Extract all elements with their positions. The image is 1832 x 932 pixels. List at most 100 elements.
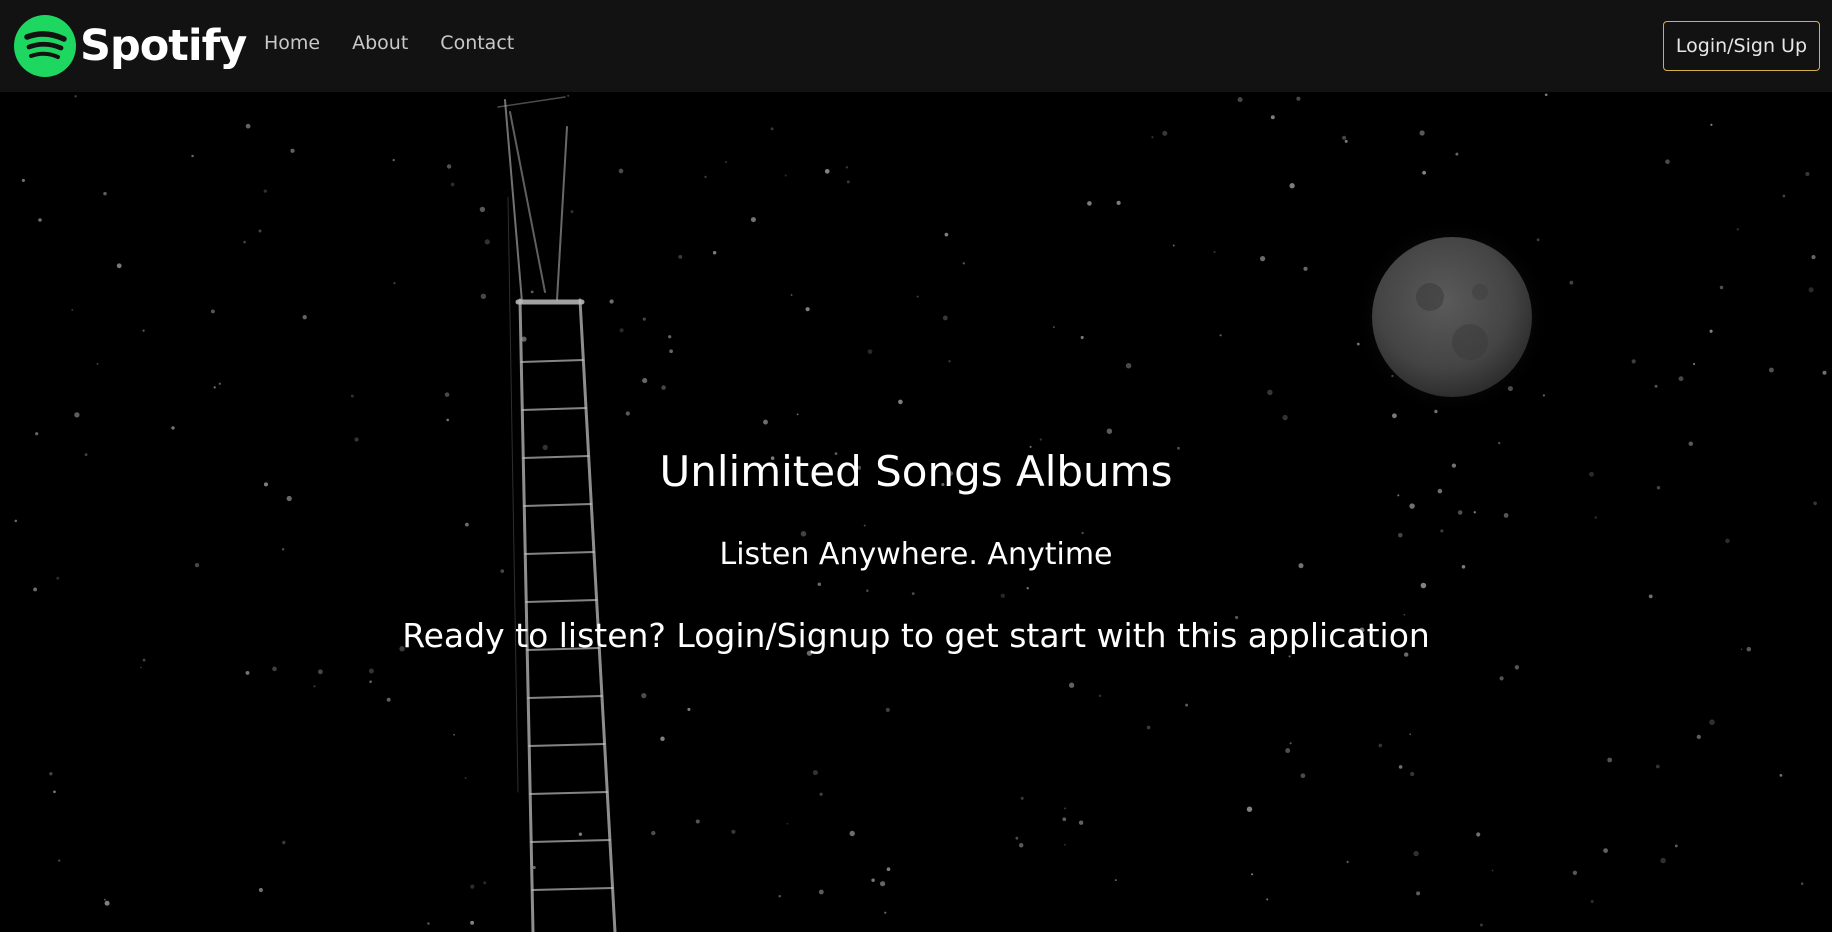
star <box>1590 899 1594 904</box>
star <box>1603 848 1608 853</box>
star <box>786 822 789 825</box>
star <box>74 412 80 418</box>
star <box>770 127 774 131</box>
star <box>386 697 391 702</box>
star <box>1146 725 1151 730</box>
star <box>1344 139 1348 143</box>
star <box>1172 244 1175 247</box>
star <box>350 394 354 398</box>
star <box>1410 771 1415 777</box>
star <box>846 180 850 184</box>
star <box>1288 655 1291 658</box>
star <box>1782 194 1786 198</box>
star <box>845 166 849 169</box>
star <box>1296 96 1301 101</box>
star <box>479 206 486 213</box>
star <box>1267 389 1273 396</box>
star <box>392 158 395 162</box>
login-signup-button[interactable]: Login/Sign Up <box>1662 21 1820 71</box>
star <box>33 587 38 592</box>
star <box>750 217 756 223</box>
star <box>661 385 666 390</box>
star <box>1237 97 1243 103</box>
star <box>1674 844 1678 848</box>
hero-subtitle: Listen Anywhere. Anytime <box>719 537 1113 572</box>
star <box>1654 384 1658 388</box>
star <box>245 123 251 129</box>
star <box>1499 676 1504 681</box>
star <box>1536 238 1540 242</box>
nav-about-link[interactable]: About <box>352 30 408 56</box>
star <box>819 792 823 796</box>
star <box>763 419 768 425</box>
star <box>570 210 574 214</box>
moon-icon <box>1352 217 1552 417</box>
star <box>1260 256 1266 262</box>
star <box>286 495 292 502</box>
star <box>1087 201 1092 206</box>
star <box>884 911 887 914</box>
star <box>444 392 450 397</box>
star <box>817 582 822 586</box>
star <box>867 349 873 355</box>
star <box>818 889 824 895</box>
star <box>898 399 903 405</box>
star <box>1342 135 1347 140</box>
star <box>104 900 110 906</box>
star <box>824 168 830 174</box>
star <box>464 777 467 780</box>
star <box>871 878 875 883</box>
star <box>103 898 106 901</box>
star <box>642 317 646 321</box>
star <box>962 262 966 265</box>
star <box>1063 843 1066 846</box>
star <box>446 418 450 422</box>
star <box>1162 130 1168 136</box>
star <box>948 360 951 363</box>
star <box>695 819 700 824</box>
star <box>885 707 890 712</box>
star <box>1631 359 1636 364</box>
star <box>1303 266 1308 271</box>
star <box>1678 376 1684 382</box>
star <box>1116 200 1121 206</box>
star <box>484 239 490 245</box>
star <box>1813 501 1817 506</box>
star <box>1285 748 1291 754</box>
star <box>1106 428 1113 434</box>
star <box>1018 843 1024 848</box>
star <box>282 840 286 845</box>
hero-cta-text: Ready to listen? Login/Signup to get sta… <box>402 616 1430 655</box>
star <box>369 680 372 684</box>
star <box>1665 159 1670 164</box>
star <box>687 707 691 711</box>
star <box>272 666 277 672</box>
star <box>1476 832 1481 837</box>
brand-link[interactable]: Spotify <box>14 15 247 77</box>
star <box>863 524 866 527</box>
star <box>651 830 656 836</box>
star <box>1039 438 1042 441</box>
star <box>532 866 536 869</box>
star <box>618 168 624 174</box>
star <box>879 881 886 887</box>
star <box>1660 857 1666 864</box>
star <box>210 309 215 314</box>
star <box>480 293 487 299</box>
star <box>1282 414 1288 421</box>
star <box>1805 171 1810 177</box>
star <box>1808 287 1814 293</box>
star <box>58 859 61 862</box>
night-sky-background <box>0 92 1832 932</box>
star <box>784 174 787 177</box>
star <box>191 154 194 158</box>
star <box>778 895 781 898</box>
star <box>1409 503 1415 509</box>
star <box>625 411 630 416</box>
star <box>1346 860 1349 863</box>
star <box>866 589 869 592</box>
nav-home-link[interactable]: Home <box>264 30 320 56</box>
nav-contact-link[interactable]: Contact <box>440 30 514 56</box>
star <box>1246 806 1253 812</box>
star <box>619 328 624 333</box>
